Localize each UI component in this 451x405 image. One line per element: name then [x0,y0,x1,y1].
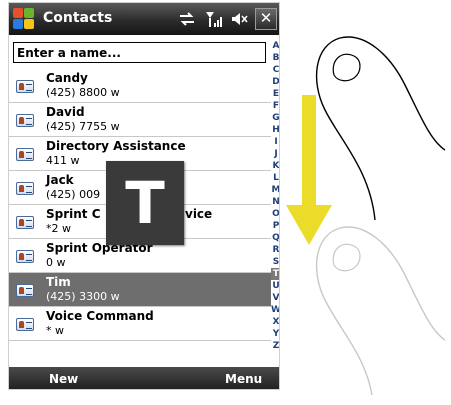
alphabet-letter-b[interactable]: B [271,52,279,64]
alphabet-letter-t[interactable]: T [271,268,279,280]
contact-card-icon [16,182,34,195]
finger-end-icon [315,226,446,396]
contact-row-candy[interactable]: Candy (425) 8800 w [9,69,271,103]
alphabet-letter-f[interactable]: F [271,100,279,112]
alphabet-letter-j[interactable]: J [271,148,279,160]
down-arrow-icon [286,95,332,245]
title-bar: Contacts ✕ [9,3,279,35]
contact-card-icon [16,80,34,93]
search-area [9,35,279,69]
alphabet-letter-g[interactable]: G [271,112,279,124]
contact-phone: (425) 009 [46,188,101,201]
contact-phone: 411 w [46,154,80,167]
scroll-letter-overlay: T [106,161,184,245]
alphabet-letter-h[interactable]: H [271,124,279,136]
fingernail-start-icon [332,53,361,82]
contact-phone: *2 w [46,222,71,235]
alphabet-letter-e[interactable]: E [271,88,279,100]
alphabet-letter-i[interactable]: I [271,136,279,148]
contact-row-david[interactable]: David (425) 7755 w [9,103,271,137]
close-button[interactable]: ✕ [255,8,277,30]
alphabet-letter-o[interactable]: O [271,208,279,220]
alphabet-letter-u[interactable]: U [271,280,279,292]
contact-name: Tim [46,275,71,289]
alphabet-letter-r[interactable]: R [271,244,279,256]
alphabet-letter-v[interactable]: V [271,292,279,304]
signal-icon[interactable] [204,9,224,29]
alphabet-letter-w[interactable]: W [271,304,279,316]
contact-card-icon [16,216,34,229]
finger-start-icon [315,36,446,221]
fingernail-end-icon [332,243,361,272]
contact-card-icon [16,318,34,331]
contact-phone: 0 w [46,256,66,269]
contact-row-voice-command[interactable]: Voice Command * w [9,307,271,341]
contact-phone: (425) 3300 w [46,290,120,303]
contact-phone: (425) 8800 w [46,86,120,99]
contact-phone: (425) 7755 w [46,120,120,133]
contact-card-icon [16,114,34,127]
alphabet-letter-z[interactable]: Z [271,340,279,352]
contact-name: Jack [46,173,74,187]
stage: Contacts ✕ Candy [0,0,451,405]
alphabet-letter-k[interactable]: K [271,160,280,172]
sync-icon[interactable] [177,9,197,29]
contact-name: Candy [46,71,88,85]
alphabet-letter-x[interactable]: X [271,316,279,328]
alphabet-letter-p[interactable]: P [271,220,279,232]
alphabet-letter-q[interactable]: Q [271,232,279,244]
contact-row-tim[interactable]: Tim (425) 3300 w [9,273,271,307]
alphabet-letter-d[interactable]: D [271,76,279,88]
contact-phone: * w [46,324,64,337]
windows-start-icon[interactable] [13,8,35,30]
menu-button[interactable]: Menu [225,372,262,386]
contact-name: Voice Command [46,309,154,323]
alphabet-letter-n[interactable]: N [271,196,279,208]
softkey-bar: New Menu [9,367,279,389]
contact-name-tail: vice [185,207,213,221]
alphabet-letter-m[interactable]: M [271,184,279,196]
contact-card-icon [16,284,34,297]
alphabet-letter-a[interactable]: A [271,40,279,52]
scroll-gesture-illustration [286,36,446,396]
contact-name: Directory Assistance [46,139,186,153]
contact-card-icon [16,148,34,161]
new-button[interactable]: New [49,372,78,386]
contact-name: Sprint C [46,207,101,221]
app-title: Contacts [43,10,113,26]
speaker-muted-icon[interactable] [229,9,249,29]
alphabet-index[interactable]: ABCDEFGHIJKLMNOPQRSTUVWXYZ [271,40,280,355]
contact-card-icon [16,250,34,263]
search-input[interactable] [13,42,266,63]
phone-screen: Contacts ✕ Candy [8,2,280,390]
alphabet-letter-s[interactable]: S [271,256,279,268]
alphabet-letter-l[interactable]: L [271,172,279,184]
alphabet-letter-y[interactable]: Y [271,328,279,340]
alphabet-letter-c[interactable]: C [271,64,279,76]
contact-name: David [46,105,85,119]
